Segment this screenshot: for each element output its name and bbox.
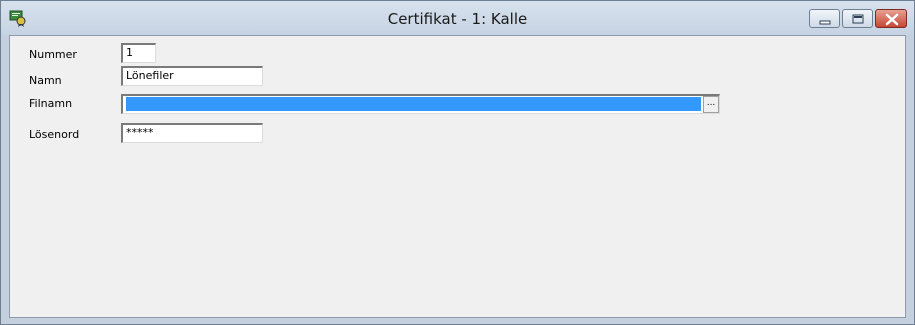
losenord-field[interactable]: ***** — [121, 123, 263, 143]
window-title: Certifikat - 1: Kalle — [387, 10, 528, 28]
browse-button[interactable]: ... — [703, 96, 719, 113]
title-bar[interactable]: Certifikat - 1: Kalle — [1, 1, 914, 35]
caption-buttons — [809, 9, 907, 29]
dialog-window: Certifikat - 1: Kalle Nummer 1 Namn Löne… — [0, 0, 915, 325]
filnamn-label: Filnamn — [29, 97, 73, 110]
minimize-icon — [819, 20, 831, 25]
nummer-field[interactable]: 1 — [121, 43, 156, 63]
restore-icon — [852, 14, 864, 24]
close-icon — [885, 13, 899, 26]
nummer-label: Nummer — [29, 48, 77, 61]
namn-label: Namn — [29, 74, 62, 87]
filnamn-selection — [126, 97, 701, 111]
minimize-button[interactable] — [809, 9, 840, 28]
namn-field[interactable]: Lönefiler — [121, 66, 263, 86]
filnamn-field[interactable]: ... — [121, 94, 720, 114]
close-button[interactable] — [875, 9, 907, 28]
losenord-label: Lösenord — [29, 128, 80, 141]
form-panel: Nummer 1 Namn Lönefiler Filnamn ... Löse… — [9, 35, 906, 318]
maximize-button[interactable] — [842, 9, 873, 28]
